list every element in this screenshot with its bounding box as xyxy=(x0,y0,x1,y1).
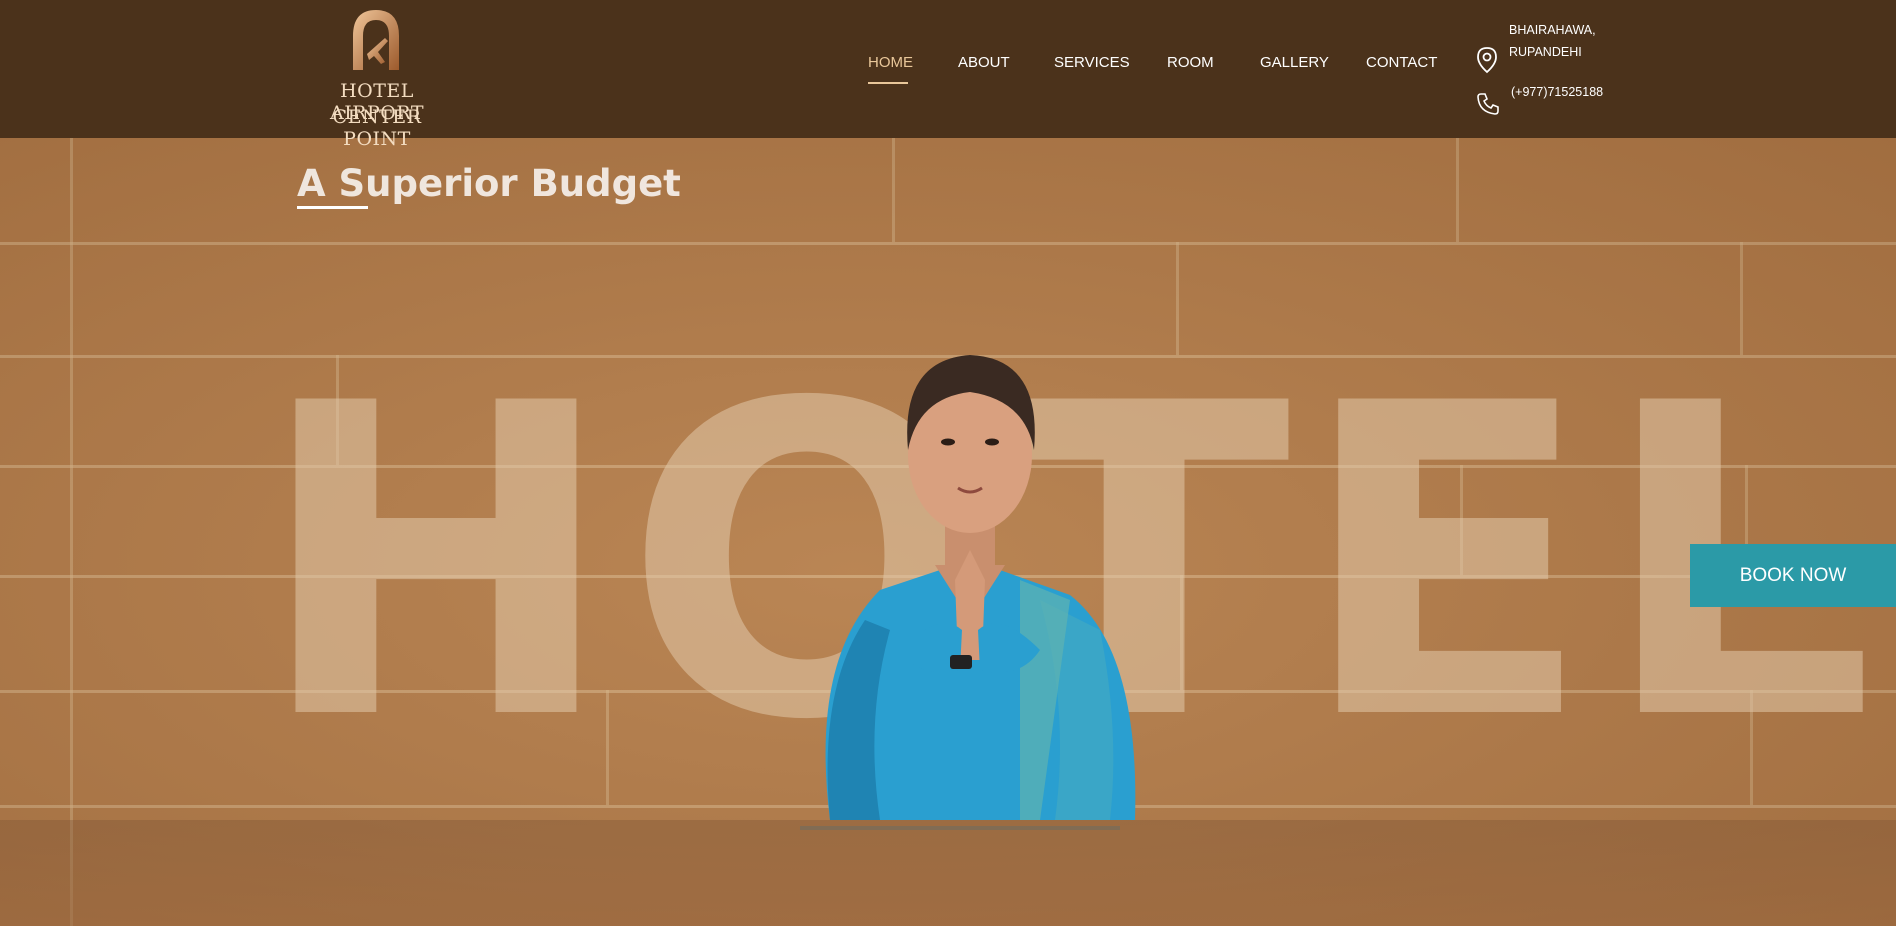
receptionist-photo xyxy=(800,355,1136,830)
nav-about[interactable]: ABOUT xyxy=(958,54,1010,71)
site-header: HOTEL AIRPORT CENTER POINT HOME ABOUT SE… xyxy=(0,0,1896,150)
nav-gallery[interactable]: GALLERY xyxy=(1260,54,1329,71)
nav-home[interactable]: HOME xyxy=(868,54,913,71)
nav-active-underline xyxy=(868,82,908,84)
address-line1: BHAIRAHAWA, xyxy=(1509,23,1596,37)
reception-counter xyxy=(0,820,1896,926)
phone-icon xyxy=(1477,93,1499,115)
address-line2: RUPANDEHI xyxy=(1509,45,1582,59)
nav-room[interactable]: ROOM xyxy=(1167,54,1214,71)
headline-underline xyxy=(297,206,368,209)
map-pin-icon xyxy=(1477,47,1497,74)
nav-contact[interactable]: CONTACT xyxy=(1366,54,1437,71)
nav-services[interactable]: SERVICES xyxy=(1054,54,1130,71)
brand-name-line2: CENTER POINT xyxy=(332,106,422,150)
phone-number[interactable]: (+977)71525188 xyxy=(1511,85,1603,99)
hotel-logo[interactable]: HOTEL AIRPORT CENTER POINT xyxy=(296,8,458,150)
hero-headline: A Superior Budget xyxy=(297,162,681,205)
book-now-button[interactable]: BOOK NOW xyxy=(1690,544,1896,607)
airplane-arch-logo-icon xyxy=(353,10,399,70)
